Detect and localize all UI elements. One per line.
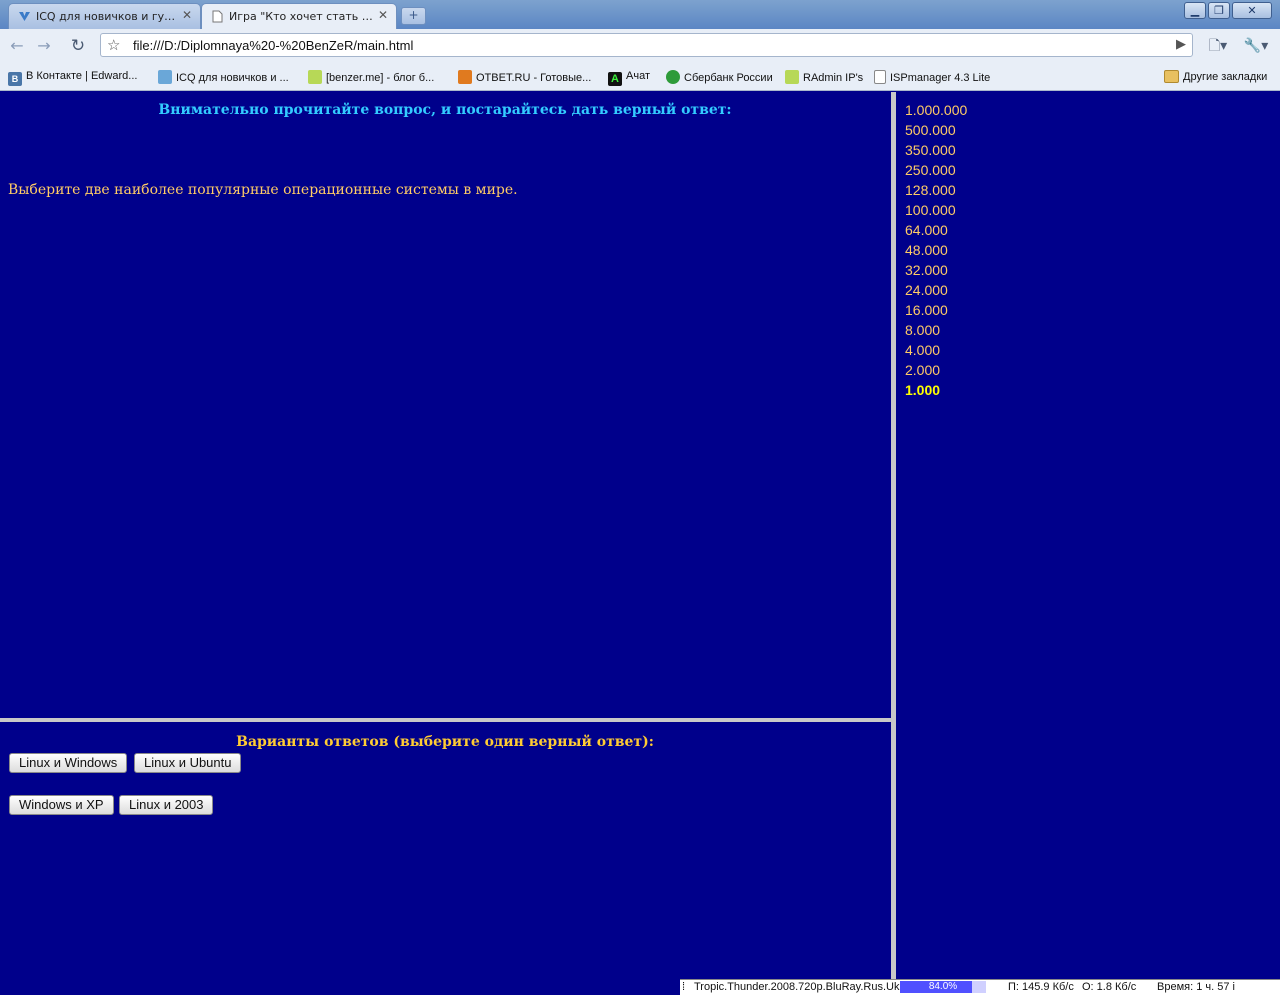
page-icon <box>212 10 223 23</box>
download-filename: Tropic.Thunder.2008.720p.BluRay.Rus.Ukr <box>694 981 904 993</box>
tab-icq[interactable]: ICQ для новичков и гуру.... ✕ <box>8 3 201 29</box>
bookmark-sberbank[interactable]: Сбербанк России <box>666 70 773 84</box>
tab-game[interactable]: Игра "Кто хочет стать ми... ✕ <box>201 3 397 29</box>
money-level: 16.000 <box>905 302 948 318</box>
bookmark-otvet[interactable]: ОТВЕТ.RU - Готовые... <box>458 70 591 84</box>
money-level: 4.000 <box>905 342 941 358</box>
bookmark-ispmanager[interactable]: ISPmanager 4.3 Lite <box>874 70 990 84</box>
close-tab-icon[interactable]: ✕ <box>182 8 192 22</box>
money-level: 128.000 <box>905 182 956 198</box>
answer-button-2[interactable]: Linux и Ubuntu <box>134 753 242 773</box>
icq-icon <box>158 70 172 84</box>
achat-icon: A <box>608 72 622 86</box>
forward-arrow-icon[interactable]: → <box>33 35 55 57</box>
address-url[interactable]: file:///D:/Diplomnaya%20-%20BenZeR/main.… <box>133 38 413 53</box>
address-bar[interactable]: ☆ file:///D:/Diplomnaya%20-%20BenZeR/mai… <box>100 33 1193 57</box>
download-progress: 84.0% <box>900 981 986 993</box>
money-level: 32.000 <box>905 262 948 278</box>
other-bookmarks[interactable]: Другие закладки <box>1164 70 1267 83</box>
frame-divider-vertical[interactable] <box>891 92 896 980</box>
radmin-icon <box>785 70 799 84</box>
star-icon[interactable]: ☆ <box>107 36 120 54</box>
answers-frame: Варианты ответов (выберите один верный о… <box>0 722 890 978</box>
download-progress-text: 84.0% <box>928 981 958 992</box>
maximize-button[interactable]: ❐ <box>1208 2 1230 19</box>
question-heading: Внимательно прочитайте вопрос, и постара… <box>158 102 732 118</box>
download-speed: П: 145.9 Кб/с <box>1008 981 1074 993</box>
minimize-button[interactable]: ▁ <box>1184 2 1206 19</box>
money-level: 1.000.000 <box>905 102 968 118</box>
answer-button-1[interactable]: Linux и Windows <box>9 753 128 773</box>
money-level: 2.000 <box>905 362 941 378</box>
question-frame: Внимательно прочитайте вопрос, и постара… <box>0 92 890 718</box>
close-window-button[interactable]: ✕ <box>1232 2 1272 19</box>
vk-icon: В <box>8 72 22 86</box>
money-level: 64.000 <box>905 222 948 238</box>
close-tab-icon[interactable]: ✕ <box>378 8 388 22</box>
page-icon <box>874 70 886 84</box>
bookmark-radmin[interactable]: RAdmin IP's <box>785 70 863 84</box>
bookmark-vk[interactable]: ВВ Контакте | Edward... <box>8 70 137 86</box>
download-status-bar: ⁞ Tropic.Thunder.2008.720p.BluRay.Rus.Uk… <box>680 979 1280 995</box>
back-arrow-icon[interactable]: ← <box>6 35 28 57</box>
bookmark-achat[interactable]: A Ачат <box>608 70 650 86</box>
new-tab-button[interactable]: + <box>401 7 426 25</box>
page-menu-icon[interactable]: 🗋▾ <box>1204 35 1232 57</box>
answer-button-3[interactable]: Windows и XP <box>9 795 114 815</box>
money-ladder-frame: 1.000.000 500.000 350.000 250.000 128.00… <box>897 92 1280 978</box>
otvet-icon <box>458 70 472 84</box>
money-level: 8.000 <box>905 322 941 338</box>
money-level: 100.000 <box>905 202 956 218</box>
tab-title: ICQ для новичков и гуру.... <box>36 10 182 23</box>
wrench-icon[interactable]: 🔧▾ <box>1242 35 1270 57</box>
bookmarks-bar: ВВ Контакте | Edward... ICQ для новичков… <box>0 63 1280 91</box>
icq-icon <box>19 12 30 21</box>
money-level: 250.000 <box>905 162 956 178</box>
download-time: Время: 1 ч. 57 і <box>1157 981 1235 993</box>
bookmark-icq[interactable]: ICQ для новичков и ... <box>158 70 289 84</box>
upload-speed: О: 1.8 Кб/с <box>1082 981 1137 993</box>
money-level-current: 1.000 <box>905 382 941 398</box>
blog-icon <box>308 70 322 84</box>
browser-titlebar: ICQ для новичков и гуру.... ✕ Игра "Кто … <box>0 0 1280 29</box>
download-grip-icon: ⁞ <box>682 981 686 993</box>
go-arrow-icon[interactable]: ▶ <box>1176 37 1186 52</box>
bookmark-benzer[interactable]: [benzer.me] - блог б... <box>308 70 434 84</box>
answer-button-4[interactable]: Linux и 2003 <box>119 795 214 815</box>
question-text: Выберите две наиболее популярные операци… <box>8 182 518 198</box>
tab-title: Игра "Кто хочет стать ми... <box>229 10 375 23</box>
money-level: 48.000 <box>905 242 948 258</box>
answers-heading: Варианты ответов (выберите один верный о… <box>236 734 654 750</box>
money-level: 500.000 <box>905 122 956 138</box>
folder-icon <box>1164 70 1179 83</box>
money-level: 24.000 <box>905 282 948 298</box>
sberbank-icon <box>666 70 680 84</box>
reload-icon[interactable]: ↻ <box>67 35 89 57</box>
money-level: 350.000 <box>905 142 956 158</box>
browser-toolbar: ← → ↻ ☆ file:///D:/Diplomnaya%20-%20BenZ… <box>0 29 1280 63</box>
